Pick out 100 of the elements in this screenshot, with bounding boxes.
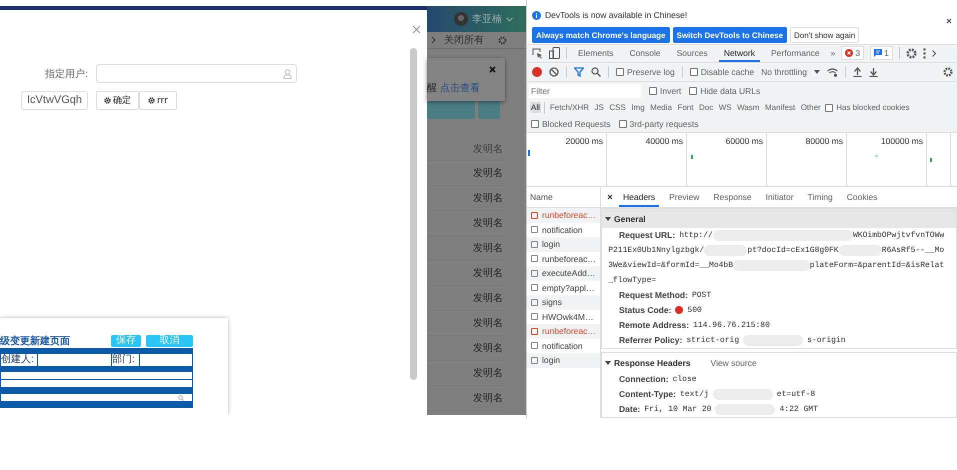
preserve-log-checkbox[interactable]: Preserve log: [616, 67, 675, 78]
type-filter-button[interactable]: Manifest: [764, 102, 796, 114]
table-cell-text: 发明名: [473, 292, 503, 305]
type-filter-button[interactable]: Doc: [698, 102, 714, 114]
settings-icon[interactable]: [943, 67, 953, 78]
field-label: 指定用户:: [45, 68, 88, 80]
header-value: WKOimbOPwjtvfvnTOWw: [852, 230, 944, 242]
devtools-tab[interactable]: Elements: [573, 44, 618, 62]
code-field[interactable]: IcVtwVGqh: [21, 91, 88, 110]
error-count-badge[interactable]: 3: [841, 46, 864, 60]
rrr-button[interactable]: rrr: [139, 91, 177, 110]
gear-icon: [148, 97, 155, 104]
preview-title: 级变更新建页面: [0, 334, 70, 348]
request-row[interactable]: empty?appl…: [527, 280, 600, 296]
expand-triangle-icon[interactable]: [605, 360, 611, 366]
detail-tab[interactable]: Headers: [619, 187, 660, 208]
type-filter-button[interactable]: JS: [594, 102, 605, 114]
throttling-dropdown[interactable]: No throttling: [761, 67, 807, 78]
type-filter-button[interactable]: Font: [676, 102, 694, 114]
dont-show-button[interactable]: Don't show again: [790, 27, 860, 43]
match-language-button[interactable]: Always match Chrome's language: [532, 27, 670, 43]
devtools-tab[interactable]: Console: [624, 44, 666, 62]
record-icon[interactable]: [532, 67, 542, 78]
request-row[interactable]: login: [527, 237, 600, 252]
request-row[interactable]: notification: [527, 338, 600, 354]
user-field[interactable]: [96, 64, 297, 83]
type-filter-button[interactable]: Img: [630, 102, 646, 114]
view-source-link[interactable]: View source: [710, 358, 757, 368]
scrollbar[interactable]: [410, 48, 417, 380]
detail-tab[interactable]: Preview: [665, 187, 704, 208]
search-icon: [178, 394, 184, 400]
request-row[interactable]: HWOwk4M…: [527, 310, 600, 324]
settings-icon[interactable]: [906, 48, 917, 59]
gear-icon[interactable]: [498, 36, 507, 44]
disable-cache-checkbox[interactable]: Disable cache: [690, 67, 754, 78]
detail-tab[interactable]: Cookies: [842, 187, 882, 208]
request-row[interactable]: runbeforeac…: [527, 324, 600, 339]
close-all-tabs-link[interactable]: 关闭所有: [444, 33, 484, 47]
switch-language-button[interactable]: Switch DevTools to Chinese: [672, 27, 788, 43]
header-name: Content-Type:: [619, 388, 676, 402]
section-header[interactable]: Response Headers: [614, 358, 691, 368]
device-icon[interactable]: [549, 47, 560, 60]
detail-tab[interactable]: Initiator: [762, 187, 798, 208]
info-message: DevTools is now available in Chinese!: [545, 10, 688, 20]
type-filter-button[interactable]: CSS: [608, 102, 627, 114]
message-count-badge[interactable]: 1: [870, 46, 893, 60]
upload-icon[interactable]: [852, 67, 862, 78]
field-label: 创建人:: [1, 354, 37, 366]
detail-tab[interactable]: Response: [709, 187, 756, 208]
time-tick-label: 100000 ms: [880, 136, 923, 146]
section-header[interactable]: General: [614, 214, 646, 224]
notification-text: 醒: [427, 83, 437, 94]
chevron-right-icon[interactable]: [431, 36, 436, 44]
chevron-down-icon: [506, 16, 513, 22]
clear-icon[interactable]: [549, 67, 559, 78]
wifi-settings-icon[interactable]: [826, 68, 838, 77]
more-tabs-button[interactable]: »: [830, 48, 836, 58]
inspect-icon[interactable]: [532, 48, 543, 59]
request-row[interactable]: notification: [527, 222, 600, 238]
invert-checkbox[interactable]: Invert: [649, 86, 682, 96]
type-filter-button[interactable]: All: [530, 102, 541, 114]
detail-tab[interactable]: Timing: [804, 187, 837, 208]
blocked-cookies-checkbox[interactable]: Has blocked cookies: [825, 103, 910, 112]
more-options-icon[interactable]: [922, 48, 926, 59]
table-cell-text: 发明名: [473, 367, 503, 380]
table-cell-text: 发明名: [473, 242, 503, 255]
type-filter-button[interactable]: Other: [800, 102, 822, 114]
devtools-tab[interactable]: Sources: [672, 44, 713, 62]
devtools-tab[interactable]: Network: [718, 44, 760, 62]
header-value: P211Ex0Ub1Nnylgzbgk/: [608, 245, 704, 258]
type-filter-button[interactable]: WS: [718, 102, 733, 114]
header-value: 500: [687, 305, 702, 318]
type-filter-button[interactable]: Fetch/XHR: [548, 102, 590, 114]
error-status-dot: [675, 306, 684, 314]
confirm-button[interactable]: 确定: [96, 91, 139, 110]
type-filter-button[interactable]: Wasm: [736, 102, 760, 114]
filter-icon[interactable]: [574, 67, 584, 78]
hide-data-urls-checkbox[interactable]: Hide data URLs: [689, 86, 760, 96]
close-icon[interactable]: [607, 194, 613, 200]
search-icon[interactable]: [591, 67, 601, 78]
user-name[interactable]: 李亚楠: [472, 12, 502, 26]
request-row[interactable]: runbeforeac…: [527, 252, 600, 266]
request-row[interactable]: login: [527, 353, 600, 368]
header-value: R6AsRf5--__Mo: [882, 245, 944, 258]
redaction-blur: [715, 404, 776, 416]
type-filter-button[interactable]: Media: [649, 102, 673, 114]
request-row[interactable]: signs: [527, 295, 600, 310]
request-row[interactable]: executeAdd…: [527, 266, 600, 281]
header-value: plateForm=&parentId=&isRelat: [810, 260, 944, 272]
chevron-right-icon[interactable]: [932, 50, 936, 57]
download-icon[interactable]: [868, 67, 878, 78]
time-tick-label: 40000 ms: [646, 136, 683, 146]
third-party-checkbox[interactable]: 3rd-party requests: [618, 118, 698, 129]
devtools-tab[interactable]: Performance: [766, 44, 825, 62]
expand-triangle-icon[interactable]: [605, 216, 611, 222]
filter-field[interactable]: Filter: [529, 84, 641, 98]
caret-icon[interactable]: [814, 70, 820, 74]
request-row[interactable]: runbeforeac…: [527, 208, 600, 223]
blocked-requests-checkbox[interactable]: Blocked Requests: [531, 118, 611, 129]
close-icon[interactable]: [946, 18, 952, 24]
